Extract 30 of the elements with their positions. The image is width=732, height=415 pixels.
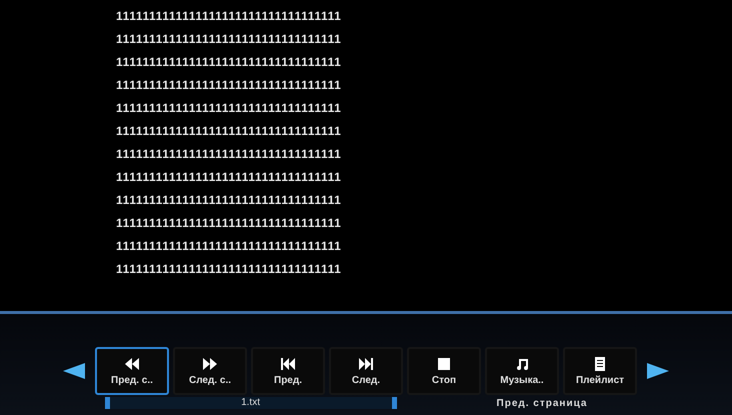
text-line: 1111111111111111111111111111111111: [116, 262, 342, 276]
text-line: 1111111111111111111111111111111111: [116, 55, 342, 69]
text-line: 1111111111111111111111111111111111: [116, 78, 342, 92]
text-line: 1111111111111111111111111111111111: [116, 124, 342, 138]
control-button[interactable]: Пред.: [251, 347, 325, 395]
document-icon: [592, 356, 608, 370]
text-line: 1111111111111111111111111111111111: [116, 216, 342, 230]
left-arrow-icon[interactable]: [63, 363, 85, 379]
right-arrow-icon[interactable]: [647, 363, 669, 379]
stop-icon: [436, 356, 452, 370]
control-button[interactable]: Музыка..: [485, 347, 559, 395]
control-button[interactable]: След.: [329, 347, 403, 395]
file-name-bar: 1.txt: [104, 397, 397, 409]
text-line: 1111111111111111111111111111111111: [116, 101, 342, 115]
page-hint: Пред. страница: [496, 398, 588, 408]
music-note-icon: [514, 356, 530, 370]
control-button[interactable]: Плейлист: [563, 347, 637, 395]
skip-back-icon: [280, 356, 296, 370]
text-line: 1111111111111111111111111111111111: [116, 239, 342, 253]
control-button[interactable]: Пред. с..: [95, 347, 169, 395]
rewind-icon: [124, 356, 140, 370]
text-line: 1111111111111111111111111111111111: [116, 193, 342, 207]
text-line: 1111111111111111111111111111111111: [116, 147, 342, 161]
skip-forward-icon: [358, 356, 374, 370]
text-line: 1111111111111111111111111111111111: [116, 170, 342, 184]
fast-forward-icon: [202, 356, 218, 370]
text-line: 1111111111111111111111111111111111: [116, 32, 342, 46]
control-button[interactable]: Стоп: [407, 347, 481, 395]
text-line: 1111111111111111111111111111111111: [116, 9, 342, 23]
control-button[interactable]: След. с..: [173, 347, 247, 395]
